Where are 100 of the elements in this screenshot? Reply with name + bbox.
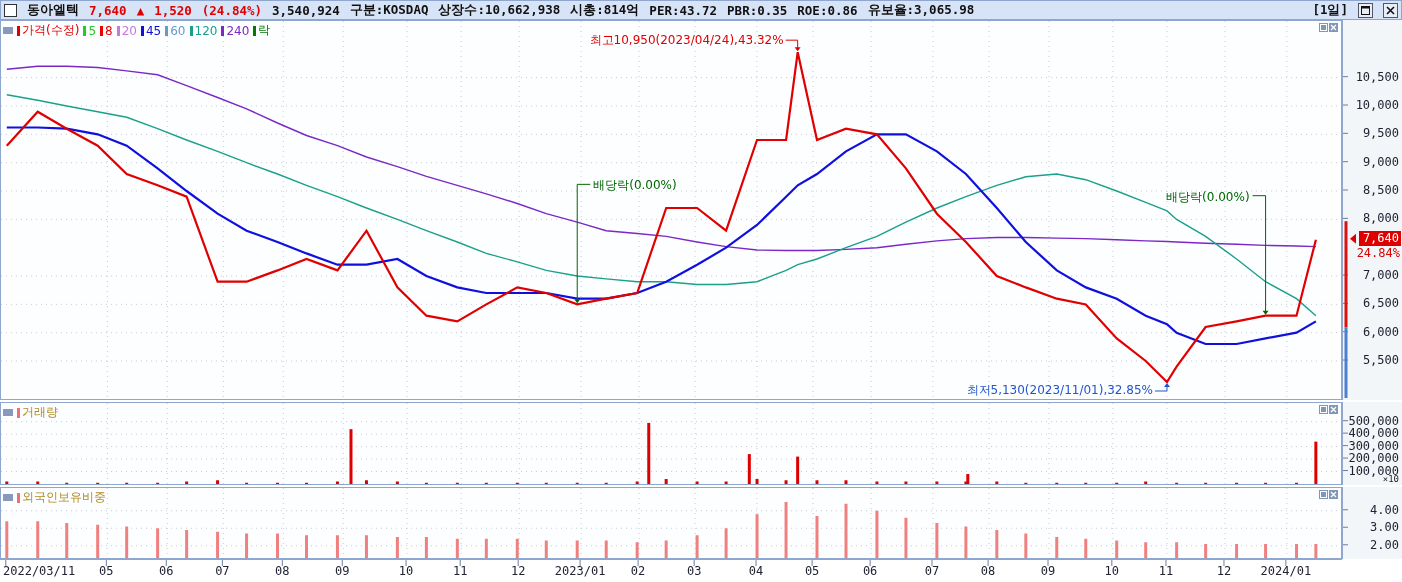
legend-item: 120 xyxy=(189,23,218,38)
maximize-button[interactable] xyxy=(1358,2,1373,18)
bar xyxy=(844,480,848,484)
axis-label: 300,000 xyxy=(1348,438,1399,453)
bar xyxy=(1264,544,1268,558)
axis-label: 5,500 xyxy=(1362,353,1399,368)
bar xyxy=(1084,538,1088,558)
bar xyxy=(1144,481,1148,484)
bar xyxy=(1204,544,1208,558)
axis-label: 4.00 xyxy=(1370,502,1399,517)
axis-label: 06 xyxy=(862,564,878,578)
axis-label: 8,000 xyxy=(1362,211,1399,226)
bar xyxy=(815,480,819,484)
axis-label: 10,000 xyxy=(1355,98,1399,112)
bar xyxy=(185,481,189,484)
close-icon[interactable] xyxy=(1329,23,1338,32)
bar xyxy=(815,516,819,558)
axis-label: 07 xyxy=(924,564,940,578)
axis-label: 7,000 xyxy=(1362,268,1399,282)
panel-icon xyxy=(3,494,13,501)
panel-icon xyxy=(3,27,13,34)
bar xyxy=(245,533,249,558)
bar xyxy=(724,481,728,484)
axis-label: 03 xyxy=(686,564,702,578)
bar xyxy=(36,521,40,558)
bar xyxy=(796,456,800,484)
bar xyxy=(575,540,579,558)
legend-item: 20 xyxy=(116,23,137,38)
bar xyxy=(755,479,759,484)
bar xyxy=(995,481,999,484)
bar xyxy=(1055,537,1059,558)
bar xyxy=(875,510,879,558)
bar xyxy=(747,454,751,484)
axis-label: 2024/01 xyxy=(1260,564,1312,578)
axis-label: 8,500 xyxy=(1362,183,1399,197)
annotation-label: 배당락(0.00%) xyxy=(1166,189,1250,204)
bar xyxy=(695,535,699,558)
legend-item: 60 xyxy=(165,23,186,38)
change-percent: 24.84% xyxy=(1356,245,1400,260)
panel-title: 외국인보유비중 xyxy=(17,489,106,506)
bar xyxy=(515,538,519,558)
annotation-label: 최고10,950(2023/04/24),43.32% xyxy=(589,33,784,48)
bar xyxy=(5,521,9,558)
bar xyxy=(395,481,399,484)
bar xyxy=(335,535,339,558)
stat-text: 유보율:3,065.98 xyxy=(867,1,975,19)
bar xyxy=(276,533,279,558)
axis-label: 6,500 xyxy=(1362,296,1399,311)
axis-label: 04 xyxy=(748,564,764,578)
axis-label: 05 xyxy=(804,564,820,578)
bar xyxy=(724,528,728,558)
bar xyxy=(875,481,879,484)
bar xyxy=(1175,542,1179,558)
bar xyxy=(1295,544,1299,558)
leader-line xyxy=(785,39,801,52)
pointer-icon xyxy=(1350,233,1356,244)
current-price-tag: 7,640 xyxy=(1359,230,1401,246)
restore-icon[interactable] xyxy=(1319,23,1328,32)
bar xyxy=(935,523,939,558)
axis-label: 500,000 xyxy=(1348,413,1399,428)
close-button[interactable] xyxy=(1383,2,1398,18)
bar xyxy=(216,531,220,558)
bar xyxy=(604,540,608,558)
close-icon[interactable] xyxy=(1329,490,1338,499)
legend-item: 240 xyxy=(221,23,250,38)
legend-item: 5 xyxy=(83,23,96,38)
price-change: 1,520 xyxy=(154,2,192,18)
bar xyxy=(635,481,639,484)
stock-name: 동아엘텍 xyxy=(27,1,79,19)
stat-text: 구분:KOSDAQ xyxy=(349,1,429,19)
bar xyxy=(455,538,459,558)
bar xyxy=(125,526,129,558)
axis-label: 9,000 xyxy=(1362,154,1399,169)
bar xyxy=(36,481,40,484)
bar xyxy=(305,535,308,558)
restore-icon[interactable] xyxy=(1319,490,1328,499)
bar xyxy=(65,523,69,558)
leader-line xyxy=(1154,383,1170,392)
bar xyxy=(664,479,668,484)
stat-text: PBR:0.35 xyxy=(727,2,788,18)
axis-label: 2023/01 xyxy=(554,564,606,578)
bar xyxy=(695,481,699,484)
bar xyxy=(1235,544,1239,558)
axis-label: 09 xyxy=(335,564,350,578)
bar xyxy=(964,526,968,558)
axis-label: 2022/03/11 xyxy=(3,564,76,578)
axis-label: 08 xyxy=(275,564,290,578)
bar xyxy=(1144,542,1148,558)
bar xyxy=(784,480,788,484)
bar xyxy=(1024,533,1028,558)
close-icon[interactable] xyxy=(1329,405,1338,414)
stat-text: ROE:0.86 xyxy=(797,2,858,18)
checkbox[interactable] xyxy=(4,3,17,17)
period-label[interactable]: [1일] xyxy=(1312,1,1348,19)
legend-item: 8 xyxy=(100,23,113,38)
bar xyxy=(1314,544,1318,558)
axis-label: 06 xyxy=(159,564,174,578)
restore-icon[interactable] xyxy=(1319,405,1328,414)
legend-item: 45 xyxy=(140,23,162,38)
bar xyxy=(96,524,100,558)
